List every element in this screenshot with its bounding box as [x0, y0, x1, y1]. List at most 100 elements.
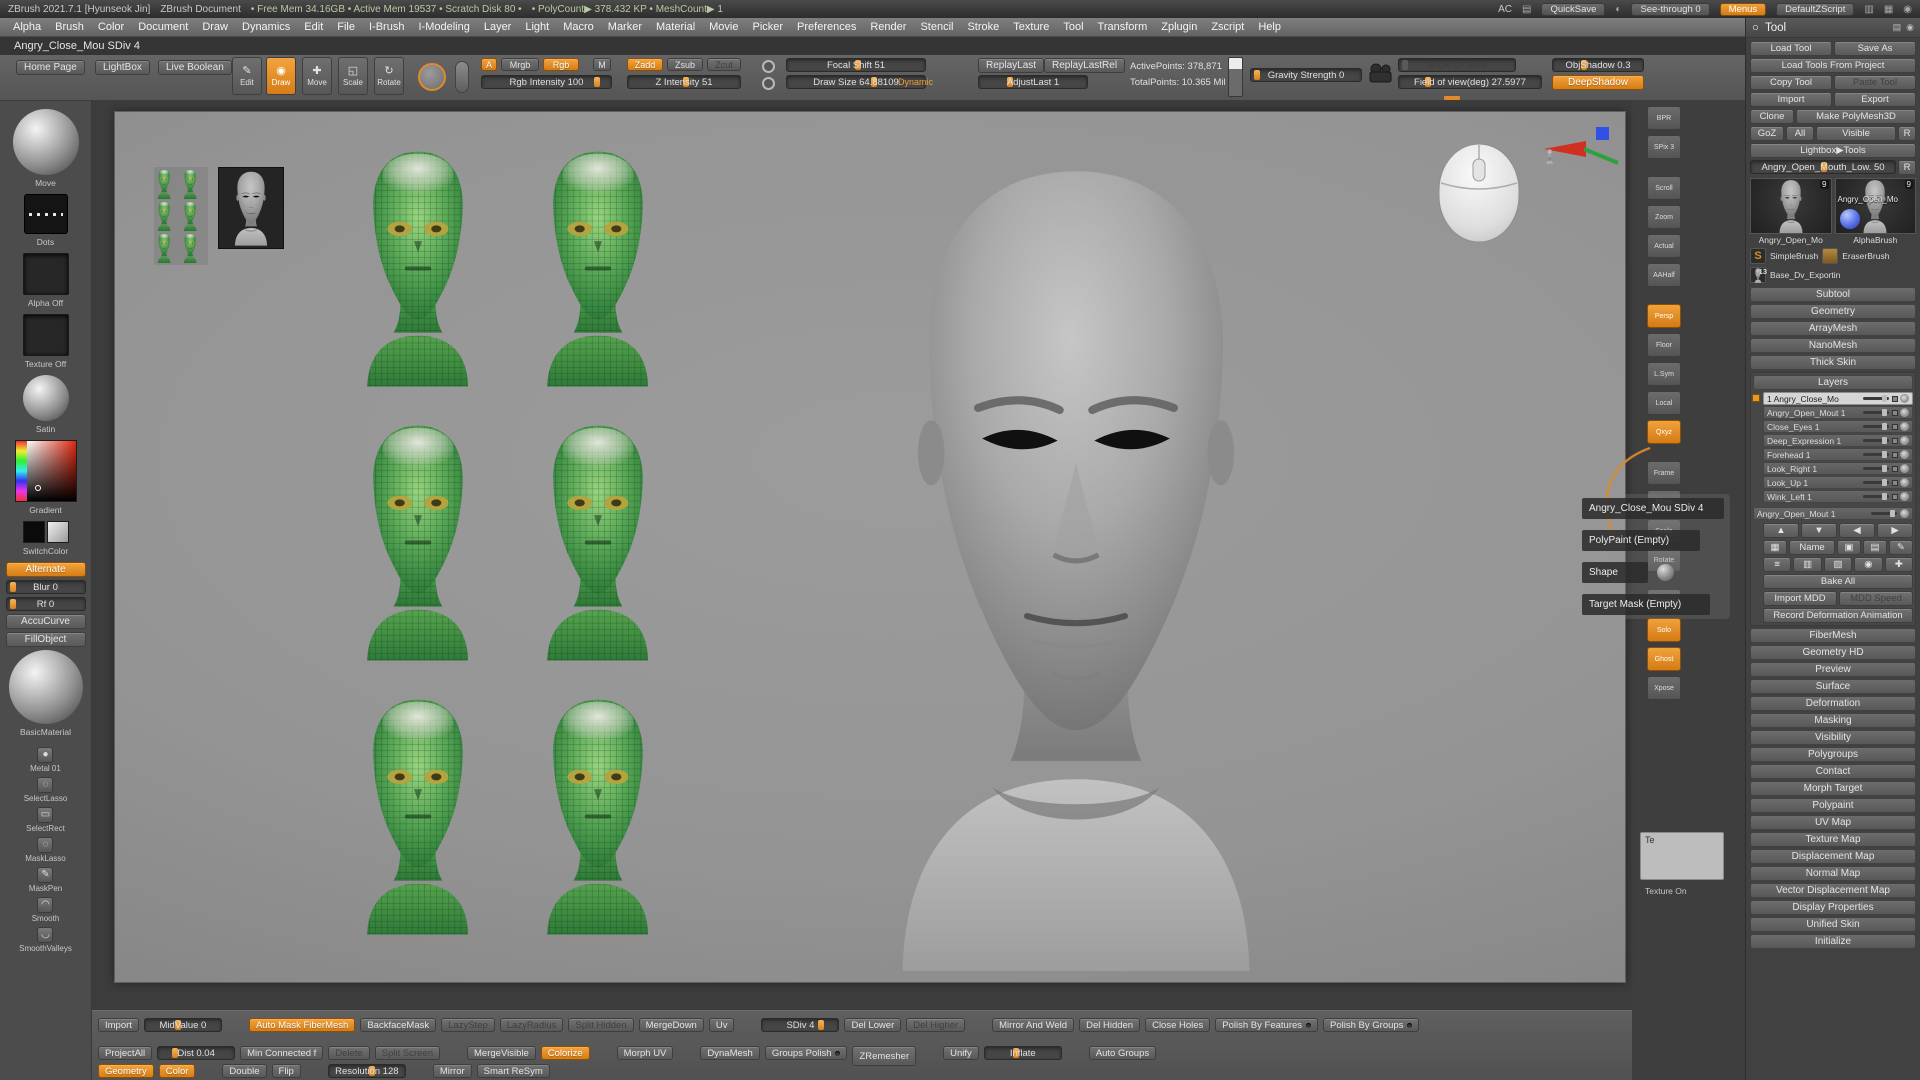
green-head-model[interactable] — [357, 421, 479, 661]
layer-eye-icon[interactable] — [1900, 450, 1909, 459]
layer-visibility-button[interactable]: ◉ — [1854, 557, 1882, 572]
save-as-button[interactable]: Save As — [1834, 41, 1916, 56]
bottom-shelf-button[interactable]: Split Hidden — [568, 1018, 633, 1032]
main-color-swatch[interactable] — [23, 521, 45, 543]
mini-head-thumb[interactable] — [182, 201, 204, 231]
menu-item[interactable]: Tool — [1056, 18, 1090, 36]
base-tool-icon[interactable]: 13 — [1750, 267, 1766, 283]
active-tool-slider[interactable]: Angry_Open_Mouth_Low. 50 — [1750, 160, 1896, 174]
layer-mode-icon[interactable] — [1892, 438, 1898, 444]
shelf-button[interactable]: Floor — [1647, 333, 1681, 357]
layer-row[interactable]: Look_Up 1 — [1763, 476, 1913, 489]
hue-strip[interactable] — [16, 441, 27, 501]
layer-row[interactable]: Angry_Open_Mout 1 — [1763, 406, 1913, 419]
layout-icon[interactable]: ▥ — [1864, 4, 1873, 15]
copy-tool-button[interactable]: Copy Tool — [1750, 75, 1832, 90]
shelf-button[interactable]: Xpose — [1647, 676, 1681, 700]
rgb-intensity-slider[interactable]: Rgb Intensity 100 — [481, 75, 612, 89]
tool-section-button[interactable]: UV Map — [1750, 815, 1916, 830]
tool-section-button[interactable]: Masking — [1750, 713, 1916, 728]
layer-invert-button[interactable]: ▧ — [1824, 557, 1852, 572]
layer-intensity-slider[interactable] — [1863, 411, 1889, 414]
menu-item[interactable]: Stroke — [960, 18, 1006, 36]
menu-item[interactable]: Document — [131, 18, 195, 36]
stroke-dots-preview[interactable] — [24, 194, 68, 234]
bottom-shelf-button[interactable]: Unify — [943, 1046, 979, 1060]
shelf-button[interactable]: Ghost — [1647, 647, 1681, 671]
bottom-shelf-button[interactable]: ZRemesher — [852, 1046, 916, 1066]
bottom-shelf-button[interactable]: MergeDown — [639, 1018, 704, 1032]
mini-head-thumb[interactable] — [182, 169, 204, 199]
tool-section-button[interactable]: Vector Displacement Map — [1750, 883, 1916, 898]
tool-section-button[interactable]: Normal Map — [1750, 866, 1916, 881]
tool-section-button[interactable]: Surface — [1750, 679, 1916, 694]
layer-name-button[interactable]: Name — [1789, 540, 1835, 555]
edit-button[interactable]: ✎ Edit — [232, 57, 262, 95]
menu-item[interactable]: Zscript — [1204, 18, 1251, 36]
mrgb-button[interactable]: Mrgb — [501, 58, 539, 71]
palette-pin-icon[interactable]: ◉ — [1906, 22, 1914, 33]
layer-row[interactable]: 1 Angry_Close_Mo — [1763, 392, 1913, 405]
camera-axis-gizmo[interactable] — [1528, 119, 1624, 247]
layer-intensity-slider[interactable] — [1863, 425, 1889, 428]
layer-eye-icon[interactable] — [1900, 422, 1909, 431]
satin-material-preview[interactable] — [23, 375, 69, 421]
layer-eye-icon[interactable] — [1900, 478, 1909, 487]
menu-item[interactable]: Preferences — [790, 18, 863, 36]
blur-slider[interactable]: Blur 0 — [6, 580, 86, 594]
rotate-button[interactable]: ↻ Rotate — [374, 57, 404, 95]
layer-mode-icon[interactable] — [1892, 424, 1898, 430]
color-picker[interactable] — [15, 440, 77, 502]
shelf-button[interactable]: Zoom — [1647, 205, 1681, 229]
tool-section-button[interactable]: FiberMesh — [1750, 628, 1916, 643]
layer-intensity-slider[interactable] — [1871, 512, 1897, 515]
tray-brush-item[interactable]: ◠ Smooth — [19, 897, 72, 923]
tool-section-button[interactable]: Geometry — [1750, 304, 1916, 319]
angle-of-view-slider[interactable]: Angle Of View — [1398, 58, 1516, 72]
lightbox-tools-button[interactable]: Lightbox▶Tools — [1750, 143, 1916, 158]
quicksave-button[interactable]: QuickSave — [1541, 3, 1605, 16]
bottom-shelf-button[interactable]: MergeVisible — [467, 1046, 536, 1060]
bottom-shelf-button[interactable]: Uv — [709, 1018, 735, 1032]
recent-tool-thumbnail[interactable]: Angry_Open_Mo 9 — [1835, 178, 1917, 234]
bottom-shelf-button[interactable]: Groups Polish — [765, 1046, 848, 1060]
layer-edit-button[interactable]: ✎ — [1889, 540, 1913, 555]
secondary-color-swatch[interactable] — [47, 521, 69, 543]
basic-material-preview[interactable] — [9, 650, 83, 724]
layer-intensity-slider[interactable] — [1863, 481, 1889, 484]
bottom-shelf-button[interactable]: Mirror — [433, 1064, 472, 1078]
mini-head-thumb[interactable] — [182, 233, 204, 263]
tool-section-button[interactable]: Geometry HD — [1750, 645, 1916, 660]
bottom-shelf-button[interactable]: Del Higher — [906, 1018, 965, 1032]
bottom-shelf-button[interactable]: Min Connected f — [240, 1046, 323, 1060]
menu-item[interactable]: Layer — [477, 18, 519, 36]
bottom-shelf-button[interactable]: Auto Groups — [1089, 1046, 1156, 1060]
bottom-shelf-button[interactable]: SDiv 4 — [761, 1018, 839, 1032]
menu-item[interactable]: Transform — [1091, 18, 1155, 36]
stroke-mode-preview[interactable] — [13, 109, 79, 175]
shelf-button[interactable]: Persp — [1647, 304, 1681, 328]
tool-section-button[interactable]: Display Properties — [1750, 900, 1916, 915]
eraserbrush-icon[interactable] — [1822, 248, 1838, 264]
stroke-preview-icon[interactable] — [455, 61, 469, 93]
bottom-shelf-button[interactable]: Geometry — [98, 1064, 154, 1078]
tool-section-button[interactable]: Texture Map — [1750, 832, 1916, 847]
menu-item[interactable]: Color — [91, 18, 131, 36]
menu-item[interactable]: Stencil — [913, 18, 960, 36]
menu-item[interactable]: Render — [863, 18, 913, 36]
tool-section-button[interactable]: Deformation — [1750, 696, 1916, 711]
tool-section-button[interactable]: Displacement Map — [1750, 849, 1916, 864]
layer-intensity-slider[interactable] — [1863, 495, 1889, 498]
layer-mode-icon[interactable] — [1892, 396, 1898, 402]
menu-item[interactable]: Edit — [297, 18, 330, 36]
shelf-button[interactable]: SPix 3 — [1647, 135, 1681, 159]
shelf-button[interactable]: Local — [1647, 391, 1681, 415]
layer-split-button[interactable]: ▥ — [1793, 557, 1821, 572]
bottom-shelf-button[interactable]: Close Holes — [1145, 1018, 1210, 1032]
current-tool-thumbnail[interactable]: 9 — [1750, 178, 1832, 234]
blendshape-heads[interactable] — [357, 147, 659, 935]
dynamic-toggle[interactable]: Dynamic — [898, 77, 933, 87]
layer-row[interactable]: Deep_Expression 1 — [1763, 434, 1913, 447]
tool-section-button[interactable]: Polypaint — [1750, 798, 1916, 813]
brush-size-indicator[interactable] — [418, 63, 446, 91]
